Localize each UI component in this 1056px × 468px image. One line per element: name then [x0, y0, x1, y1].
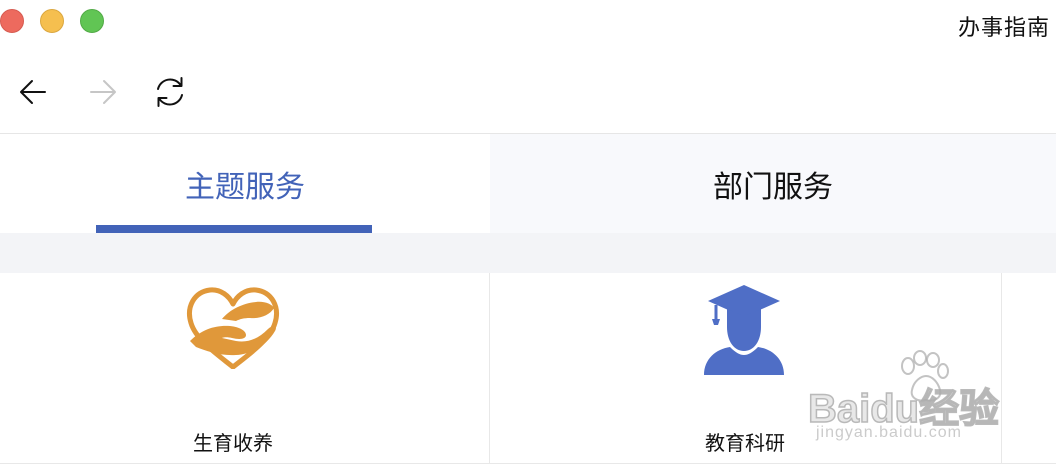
section-divider — [0, 233, 1056, 273]
service-item-birth-adoption[interactable]: 生育收养 — [0, 273, 490, 464]
window-title: 办事指南 — [957, 15, 1050, 40]
service-item-education-research[interactable]: 教育科研 — [490, 273, 1002, 464]
graduate-icon — [704, 285, 784, 375]
active-tab-indicator — [96, 225, 372, 233]
back-button[interactable] — [15, 74, 51, 110]
zoom-window-button[interactable] — [80, 9, 104, 33]
heart-hands-icon — [187, 287, 279, 369]
title-bar: 办事指南 — [0, 0, 1056, 46]
navigation-toolbar — [0, 60, 1056, 124]
refresh-icon — [157, 77, 183, 107]
tab-topic-services[interactable]: 主题服务 — [0, 134, 490, 233]
arrow-right-icon — [90, 80, 116, 104]
arrow-left-icon — [20, 80, 46, 104]
refresh-button[interactable] — [152, 74, 188, 110]
service-grid: 生育收养 教育科研 — [0, 273, 1056, 468]
service-tabs: 主题服务 部门服务 — [0, 133, 1056, 233]
tab-department-services[interactable]: 部门服务 — [490, 134, 1056, 233]
forward-button[interactable] — [85, 74, 121, 110]
minimize-window-button[interactable] — [40, 9, 64, 33]
service-label: 教育科研 — [705, 433, 785, 455]
close-window-button[interactable] — [0, 9, 24, 33]
service-item-partial — [1002, 273, 1056, 464]
service-label: 生育收养 — [193, 433, 273, 455]
